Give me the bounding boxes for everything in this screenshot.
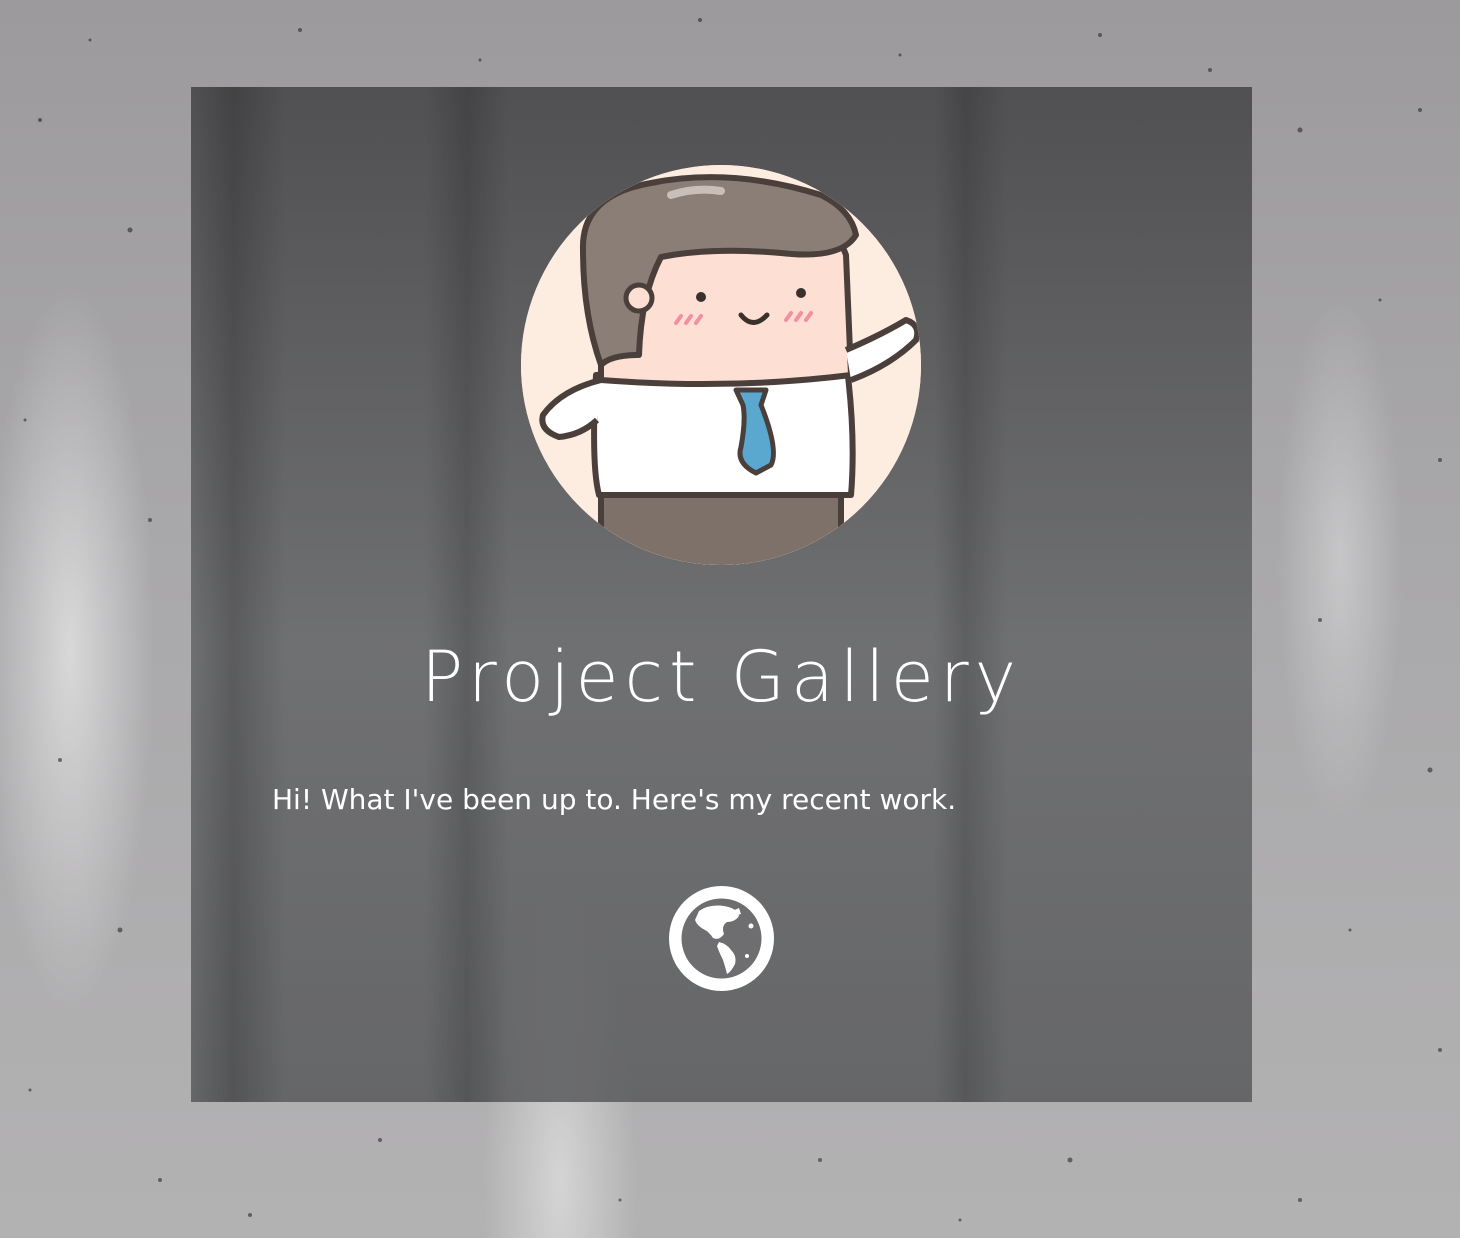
page-subtitle: Hi! What I've been up to. Here's my rece…: [272, 783, 957, 816]
cartoon-businessman-avatar: [521, 165, 921, 565]
globe-icon: [681, 898, 762, 979]
page-title: Project Gallery: [420, 636, 1023, 718]
globe-button[interactable]: [669, 886, 774, 991]
avatar: [521, 165, 921, 565]
intro-card: Project Gallery Hi! What I've been up to…: [191, 87, 1252, 1102]
